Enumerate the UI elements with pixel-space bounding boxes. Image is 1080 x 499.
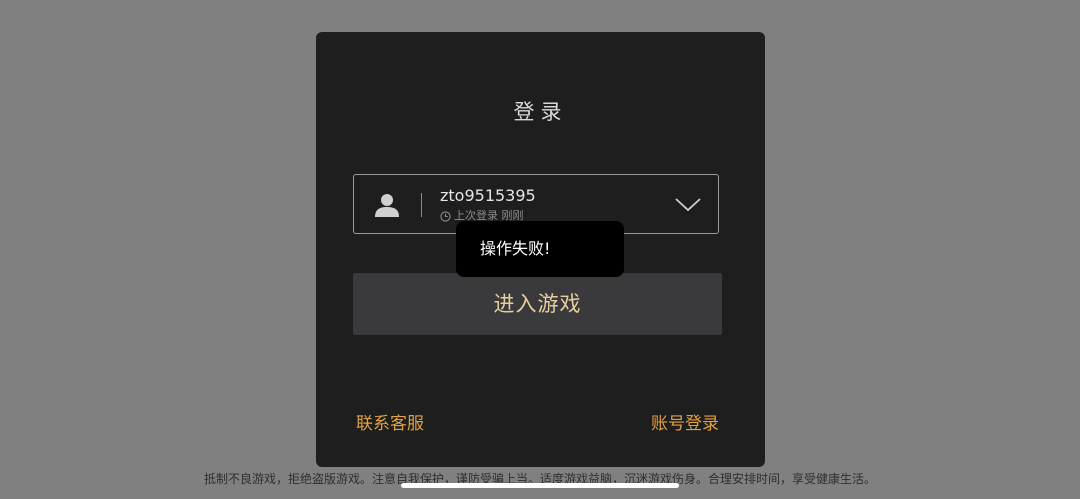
dialog-title: 登录 [513, 100, 568, 124]
enter-game-button[interactable]: 进入游戏 [353, 273, 722, 335]
account-username: zto9515395 [440, 186, 536, 205]
divider [421, 193, 422, 217]
chevron-down-icon[interactable] [674, 193, 702, 215]
clock-icon [440, 210, 451, 222]
account-login-link[interactable]: 账号登录 [651, 412, 719, 436]
contact-service-link[interactable]: 联系客服 [356, 412, 424, 436]
home-indicator[interactable] [401, 483, 679, 488]
error-toast: 操作失败! [456, 221, 624, 277]
person-icon [375, 194, 399, 217]
screen: 登录 zto9515395 上次登录 刚刚 进入游戏 联系客服 账号登录 操作失… [0, 0, 1080, 499]
